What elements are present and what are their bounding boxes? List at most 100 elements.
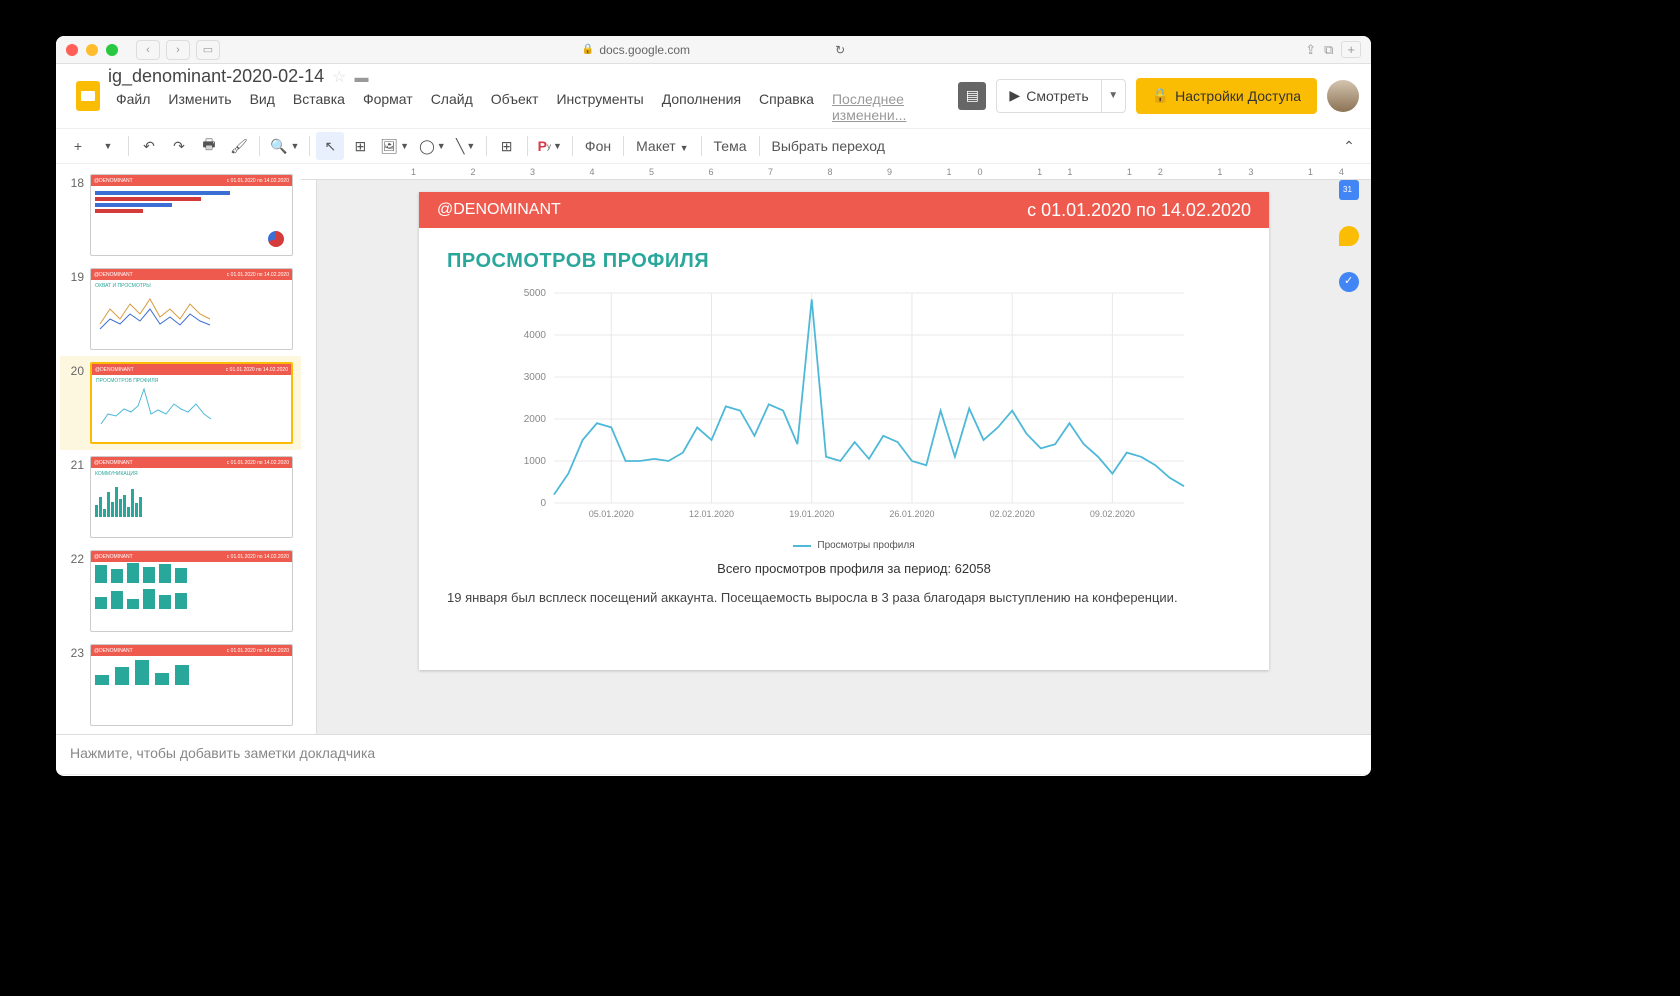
keep-icon[interactable] xyxy=(1339,226,1359,246)
vertical-ruler xyxy=(301,180,317,734)
speaker-notes[interactable]: Нажмите, чтобы добавить заметки докладчи… xyxy=(56,734,1371,774)
tabs-icon[interactable]: ⧉ xyxy=(1324,42,1333,58)
collapse-toolbar[interactable]: ⌃ xyxy=(1335,132,1363,160)
app-header: ig_denominant-2020-02-14 ☆ ▬ Файл Измени… xyxy=(56,64,1371,128)
addon-tool[interactable]: Pу ▼ xyxy=(534,132,566,160)
sidebar-button[interactable]: ▭ xyxy=(196,40,220,60)
svg-text:0: 0 xyxy=(540,498,546,509)
thumb-number: 21 xyxy=(64,456,84,472)
menu-format[interactable]: Формат xyxy=(355,89,421,125)
menu-help[interactable]: Справка xyxy=(751,89,822,125)
menu-object[interactable]: Объект xyxy=(483,89,547,125)
redo-button[interactable]: ↷ xyxy=(165,132,193,160)
svg-text:2000: 2000 xyxy=(524,414,547,425)
menubar: Файл Изменить Вид Вставка Формат Слайд О… xyxy=(108,89,958,125)
present-icon: ▶ xyxy=(1009,87,1020,104)
legend-swatch xyxy=(793,545,811,547)
slide-canvas[interactable]: @DENOMINANT с 01.01.2020 по 14.02.2020 П… xyxy=(419,192,1269,670)
select-tool[interactable]: ↖ xyxy=(316,132,344,160)
reload-icon[interactable]: ↻ xyxy=(835,43,845,57)
new-slide-button[interactable]: + xyxy=(64,132,92,160)
thumbnail-18[interactable]: 18 @DENOMINANTс 01.01.2020 по 14.02.2020 xyxy=(60,168,301,262)
slide-daterange: с 01.01.2020 по 14.02.2020 xyxy=(1027,200,1251,221)
svg-text:3000: 3000 xyxy=(524,372,547,383)
thumbnail-20[interactable]: 20 @DENOMINANTс 01.01.2020 по 14.02.2020… xyxy=(60,356,301,450)
user-avatar[interactable] xyxy=(1327,80,1359,112)
share-icon[interactable]: ⇪ xyxy=(1305,42,1316,58)
line-tool[interactable]: ╲ ▼ xyxy=(452,132,480,160)
comments-button[interactable]: ▤ xyxy=(958,82,986,110)
background-button[interactable]: Фон xyxy=(579,138,617,154)
thumb-number: 18 xyxy=(64,174,84,190)
shape-tool[interactable]: ◯ ▼ xyxy=(415,132,450,160)
back-button[interactable]: ‹ xyxy=(136,40,160,60)
comment-tool[interactable]: ⊞ xyxy=(493,132,521,160)
slide-note: 19 января был всплеск посещений аккаунта… xyxy=(419,576,1269,619)
address-bar[interactable]: 🔒 docs.google.com ↻ xyxy=(582,43,845,57)
url-text: docs.google.com xyxy=(599,43,690,57)
thumbnail-19[interactable]: 19 @DENOMINANTс 01.01.2020 по 14.02.2020… xyxy=(60,262,301,356)
calendar-icon[interactable] xyxy=(1339,180,1359,200)
thumb-number: 23 xyxy=(64,644,84,660)
transition-button[interactable]: Выбрать переход xyxy=(766,138,891,154)
print-button[interactable]: 🖶 xyxy=(195,132,223,160)
layout-button[interactable]: Макет ▼ xyxy=(630,138,694,154)
svg-text:1000: 1000 xyxy=(524,456,547,467)
theme-button[interactable]: Тема xyxy=(708,138,753,154)
chart: 01000200030004000500005.01.202012.01.202… xyxy=(419,283,1269,576)
side-panel xyxy=(1327,164,1371,292)
horizontal-ruler: 1 2 3 4 5 6 7 8 9 10 11 12 13 14 15 16 1… xyxy=(301,164,1371,180)
menu-slide[interactable]: Слайд xyxy=(423,89,481,125)
thumbnail-23[interactable]: 23 @DENOMINANTс 01.01.2020 по 14.02.2020 xyxy=(60,638,301,732)
chart-summary: Всего просмотров профиля за период: 6205… xyxy=(499,561,1209,576)
menu-edit[interactable]: Изменить xyxy=(160,89,239,125)
menu-addons[interactable]: Дополнения xyxy=(654,89,749,125)
document-title[interactable]: ig_denominant-2020-02-14 xyxy=(108,66,324,87)
chart-legend: Просмотры профиля xyxy=(499,540,1209,551)
maximize-window-button[interactable] xyxy=(106,44,118,56)
svg-text:05.01.2020: 05.01.2020 xyxy=(589,509,634,519)
slides-logo[interactable] xyxy=(68,76,108,116)
share-label: Настройки Доступа xyxy=(1175,88,1301,104)
menu-tools[interactable]: Инструменты xyxy=(548,89,651,125)
paint-format-button[interactable]: 🖌 xyxy=(225,132,253,160)
titlebar: ‹ › ▭ 🔒 docs.google.com ↻ ⇪ ⧉ + xyxy=(56,36,1371,64)
editor-area: 1 2 3 4 5 6 7 8 9 10 11 12 13 14 15 16 1… xyxy=(301,164,1371,734)
star-icon[interactable]: ☆ xyxy=(332,67,346,87)
traffic-lights xyxy=(66,44,118,56)
svg-text:26.01.2020: 26.01.2020 xyxy=(889,509,934,519)
slide-header: @DENOMINANT с 01.01.2020 по 14.02.2020 xyxy=(419,192,1269,228)
nav-buttons: ‹ › ▭ xyxy=(136,40,220,60)
share-button[interactable]: 🔒 Настройки Доступа xyxy=(1136,78,1317,114)
menu-insert[interactable]: Вставка xyxy=(285,89,353,125)
new-slide-dropdown[interactable]: ▼ xyxy=(94,132,122,160)
menu-view[interactable]: Вид xyxy=(242,89,283,125)
tasks-icon[interactable] xyxy=(1339,272,1359,292)
footer-bar: ▮▬ ▦ ✦ › xyxy=(56,774,1371,776)
forward-button[interactable]: › xyxy=(166,40,190,60)
filmstrip[interactable]: 18 @DENOMINANTс 01.01.2020 по 14.02.2020… xyxy=(56,164,301,734)
legend-label: Просмотры профиля xyxy=(817,540,914,551)
undo-button[interactable]: ↶ xyxy=(135,132,163,160)
zoom-button[interactable]: 🔍 ▼ xyxy=(266,132,303,160)
last-change-link[interactable]: Последнее изменени... xyxy=(824,89,958,125)
lock-icon: 🔒 xyxy=(1152,87,1169,104)
textbox-tool[interactable]: ⊞ xyxy=(346,132,374,160)
move-folder-icon[interactable]: ▬ xyxy=(355,69,369,85)
thumbnail-21[interactable]: 21 @DENOMINANTс 01.01.2020 по 14.02.2020… xyxy=(60,450,301,544)
menu-file[interactable]: Файл xyxy=(108,89,158,125)
lock-icon: 🔒 xyxy=(582,44,594,55)
notes-placeholder: Нажмите, чтобы добавить заметки докладчи… xyxy=(70,745,375,761)
close-window-button[interactable] xyxy=(66,44,78,56)
svg-text:12.01.2020: 12.01.2020 xyxy=(689,509,734,519)
thumbnail-22[interactable]: 22 @DENOMINANTс 01.01.2020 по 14.02.2020 xyxy=(60,544,301,638)
thumb-number: 20 xyxy=(64,362,84,378)
svg-text:19.01.2020: 19.01.2020 xyxy=(789,509,834,519)
titlebar-right: ⇪ ⧉ + xyxy=(1305,41,1361,58)
minimize-window-button[interactable] xyxy=(86,44,98,56)
new-tab-button[interactable]: + xyxy=(1341,41,1361,58)
present-dropdown[interactable]: ▼ xyxy=(1101,80,1125,112)
present-button[interactable]: ▶ Смотреть ▼ xyxy=(996,79,1125,113)
present-label: Смотреть xyxy=(1026,88,1088,104)
image-tool[interactable]: 🖼 ▼ xyxy=(376,132,413,160)
